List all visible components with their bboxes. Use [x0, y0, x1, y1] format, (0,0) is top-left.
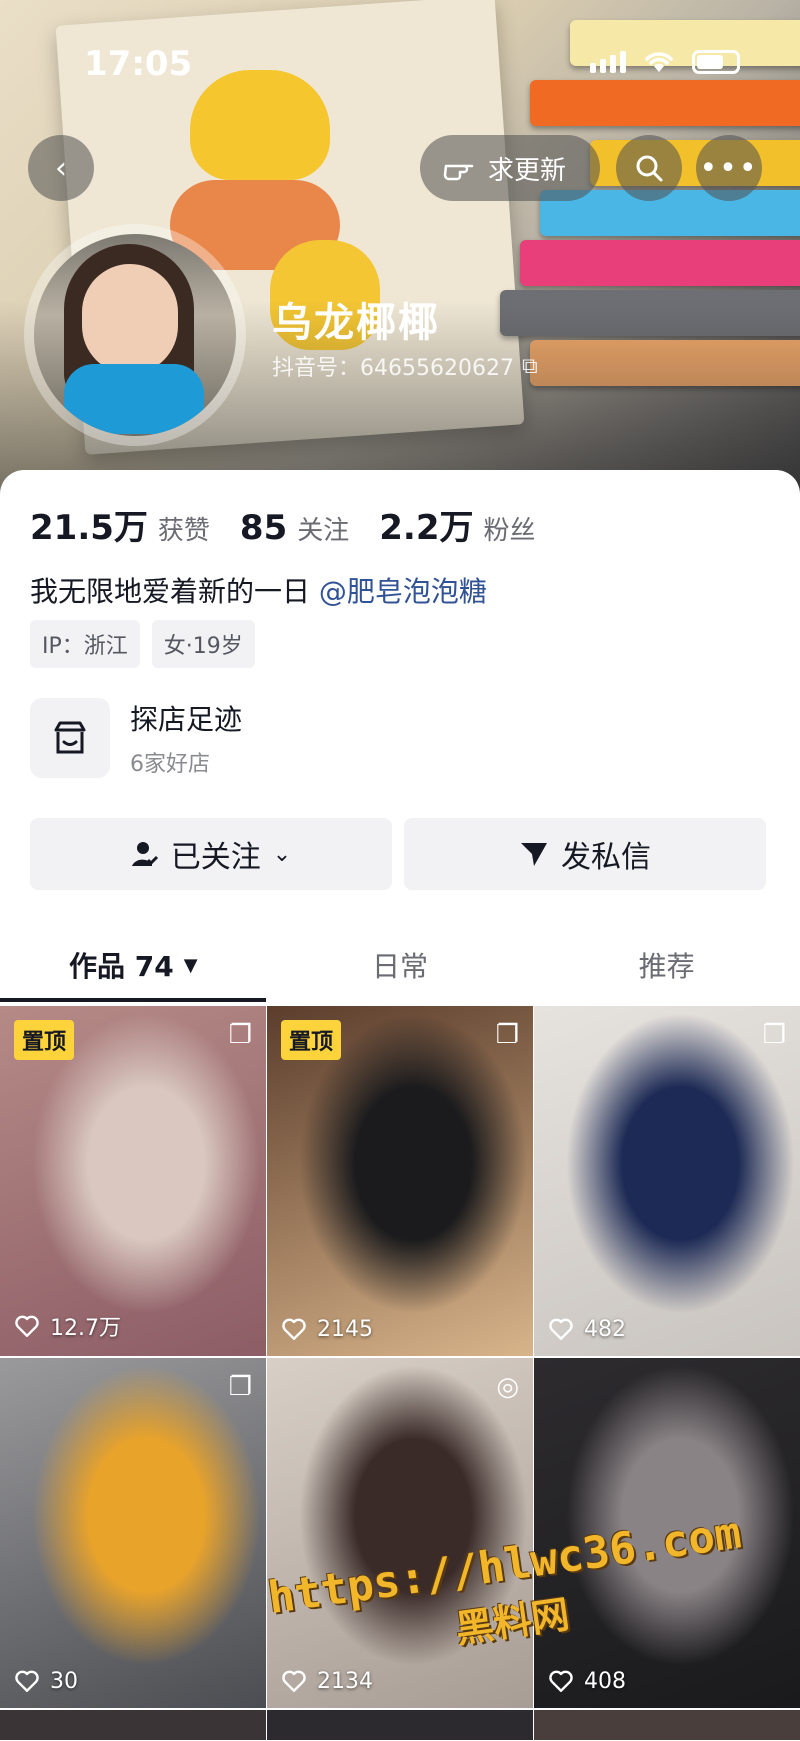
pinned-badge: 置顶: [14, 1020, 75, 1060]
tab-recommended-label: 推荐: [638, 950, 695, 983]
ip-location-tag: IP：浙江: [30, 620, 140, 668]
bio-mention-link[interactable]: @肥皂泡泡糖: [319, 575, 487, 608]
send-message-button[interactable]: 发私信: [404, 818, 766, 890]
wifi-icon: [645, 52, 673, 72]
tab-daily[interactable]: 日常: [267, 925, 534, 1005]
request-update-button[interactable]: 求更新: [420, 135, 600, 201]
copy-icon: ⧉: [521, 353, 538, 379]
shop-title: 探店足迹: [130, 703, 243, 736]
heart-icon: [15, 1315, 39, 1337]
search-icon: [636, 155, 663, 182]
search-button[interactable]: [616, 135, 682, 201]
douyin-id[interactable]: 抖音号：64655620627 ⧉: [272, 350, 538, 382]
like-count-text: 2134: [317, 1668, 373, 1694]
signal-icon: [590, 51, 626, 73]
heart-icon: [549, 1318, 573, 1340]
like-count: 482: [548, 1316, 626, 1342]
chevron-down-icon: ⌄: [272, 841, 292, 867]
like-count-text: 30: [50, 1668, 78, 1694]
back-button[interactable]: ‹: [28, 135, 94, 201]
more-button[interactable]: •••: [696, 135, 762, 201]
following-label: 已关注: [170, 840, 261, 875]
shop-footprint[interactable]: 探店足迹 6家好店: [30, 698, 242, 778]
tab-works-label: 作品 74: [69, 950, 174, 983]
marker: [520, 240, 800, 286]
heart-icon: [549, 1670, 573, 1692]
stat-label: 获赞: [157, 516, 210, 546]
album-icon: ❐: [228, 1020, 252, 1050]
stat-number: 85: [239, 508, 288, 548]
like-count-text: 2145: [317, 1316, 373, 1342]
status-bar: 17:05: [0, 0, 800, 120]
video-cover-image: [534, 1006, 800, 1356]
video-thumbnail[interactable]: 置顶 ❐ 2145: [267, 1006, 533, 1356]
content-tabs: 作品 74 ▼ 日常 推荐: [0, 925, 800, 1005]
video-thumbnail[interactable]: ❐ 482: [534, 1006, 800, 1356]
avatar[interactable]: [24, 224, 246, 446]
stat-label: 粉丝: [483, 516, 536, 546]
live-icon: ◎: [496, 1372, 519, 1402]
heart-icon: [282, 1318, 306, 1340]
video-thumbnail[interactable]: 置顶 ❐ 12.7万: [0, 1006, 266, 1356]
video-cover-image: [0, 1358, 266, 1708]
like-count: 30: [14, 1668, 78, 1694]
like-count: 408: [548, 1668, 626, 1694]
tab-daily-label: 日常: [372, 950, 429, 983]
profile-tags: IP：浙江 女·19岁: [30, 620, 255, 668]
like-count: 12.7万: [14, 1310, 121, 1342]
stat-followers[interactable]: 2.2万 粉丝: [379, 500, 535, 549]
request-update-label: 求更新: [488, 155, 567, 186]
tab-recommended[interactable]: 推荐: [533, 925, 800, 1005]
stat-following[interactable]: 85 关注: [240, 508, 349, 548]
gender-age-tag: 女·19岁: [151, 620, 255, 668]
active-tab-indicator: [0, 998, 266, 1002]
user-check-icon: [131, 842, 158, 866]
album-icon: ❐: [762, 1020, 786, 1050]
like-count-text: 408: [584, 1668, 626, 1694]
battery-icon: [692, 50, 740, 74]
shop-text: 探店足迹 6家好店: [130, 698, 242, 778]
album-icon: ❐: [495, 1020, 519, 1050]
video-thumbnail[interactable]: [267, 1710, 533, 1740]
bio-text: 我无限地爱着新的一日: [30, 575, 311, 608]
following-button[interactable]: 已关注 ⌄: [30, 818, 392, 890]
send-icon: [521, 843, 547, 866]
more-dots-icon: •••: [699, 150, 759, 186]
caret-down-icon: ▼: [183, 954, 198, 976]
stats-row: 21.5万 获赞 85 关注 2.2万 粉丝: [30, 500, 536, 549]
heart-icon: [15, 1670, 39, 1692]
pinned-badge: 置顶: [281, 1020, 342, 1060]
tab-works[interactable]: 作品 74 ▼: [0, 925, 267, 1005]
video-thumbnail[interactable]: [534, 1710, 800, 1740]
send-message-label: 发私信: [561, 840, 651, 875]
album-icon: ❐: [228, 1372, 252, 1402]
shop-subtitle: 6家好店: [130, 752, 210, 777]
like-count: 2145: [281, 1316, 373, 1342]
stat-likes[interactable]: 21.5万 获赞: [30, 500, 210, 549]
video-thumbnail[interactable]: [0, 1710, 266, 1740]
avatar-photo: [34, 234, 236, 436]
status-icons: [590, 50, 740, 74]
chevron-left-icon: ‹: [55, 150, 67, 186]
like-count-text: 12.7万: [50, 1316, 121, 1341]
video-thumbnail[interactable]: ❐ 30: [0, 1358, 266, 1708]
nickname: 乌龙椰椰: [272, 300, 440, 346]
stat-number: 2.2万: [379, 508, 474, 548]
store-icon: [30, 698, 110, 778]
douyin-id-text: 抖音号：64655620627: [272, 356, 514, 381]
action-buttons: 已关注 ⌄ 发私信: [30, 818, 766, 890]
stat-label: 关注: [297, 516, 350, 546]
like-count-text: 482: [584, 1316, 626, 1342]
status-time: 17:05: [84, 44, 193, 84]
hand-point-icon: [443, 164, 474, 181]
bio: 我无限地爱着新的一日 @肥皂泡泡糖: [30, 570, 487, 610]
stat-number: 21.5万: [30, 508, 148, 548]
